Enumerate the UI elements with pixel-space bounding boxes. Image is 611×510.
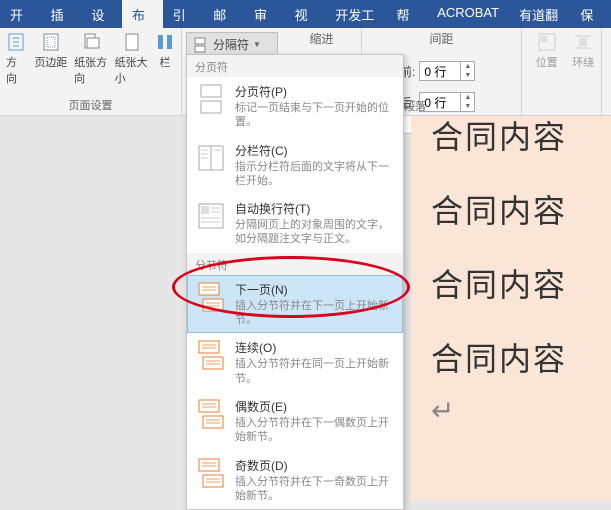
item-title: 自动换行符(T) (235, 200, 395, 217)
columns-button[interactable]: 栏 (153, 30, 177, 88)
tab-插入[interactable]: 插入 (41, 0, 82, 28)
item-description: 插入分节符并在下一偶数页上开始新节。 (235, 416, 395, 445)
tab-邮件[interactable]: 邮件 (203, 0, 244, 28)
dropdown-item-奇数页(D)[interactable]: 奇数页(D)插入分节符并在下一奇数页上开始新节。 (187, 451, 403, 510)
label: 位置 (536, 54, 558, 70)
dropdown-section-page-breaks: 分页符 (187, 55, 403, 77)
paragraph-mark-icon: ↵ (411, 394, 611, 427)
tab-帮助[interactable]: 帮助 (387, 0, 428, 28)
spacing-after-spinner[interactable]: ▲▼ (419, 92, 475, 112)
orientation-button[interactable]: 纸张方向 (72, 30, 110, 88)
label: 栏 (160, 54, 171, 70)
document-text-line[interactable]: 合同内容 (411, 246, 611, 320)
spin-up[interactable]: ▲ (460, 62, 474, 71)
label: 纸张方向 (74, 54, 108, 86)
spacing-label: 间距 (370, 30, 513, 47)
dropdown-item-下一页(N)[interactable]: 下一页(N)插入分节符并在下一页上开始新节。 (187, 275, 403, 334)
breaks-dropdown-menu: 分页符 分页符(P)标记一页结束与下一页开始的位置。分栏符(C)指示分栏符后面的… (186, 54, 404, 510)
item-description: 指示分栏符后面的文字将从下一栏开始。 (235, 160, 395, 189)
break-type-icon (195, 142, 227, 174)
tab-ACROBAT[interactable]: ACROBAT (427, 0, 509, 28)
tab-设计[interactable]: 设计 (81, 0, 122, 28)
dropdown-item-自动换行符(T)[interactable]: 自动换行符(T)分隔网页上的对象周围的文字，如分隔题注文字与正文。 (187, 194, 403, 253)
tab-引用[interactable]: 引用 (163, 0, 204, 28)
break-type-icon (195, 83, 227, 115)
size-button[interactable]: 纸张大小 (113, 30, 151, 88)
tab-视图[interactable]: 视图 (285, 0, 326, 28)
item-description: 插入分节符并在下一页上开始新节。 (235, 299, 395, 328)
margins-button[interactable]: 页边距 (32, 30, 70, 88)
label: 方向 (6, 54, 28, 86)
document-text-line[interactable]: 合同内容 (411, 320, 611, 394)
tab-开始[interactable]: 开始 (0, 0, 41, 28)
dropdown-item-偶数页(E)[interactable]: 偶数页(E)插入分节符并在下一偶数页上开始新节。 (187, 392, 403, 451)
document-page[interactable]: 合同内容合同内容合同内容合同内容↵ (411, 116, 611, 500)
break-type-icon (195, 457, 227, 489)
item-description: 标记一页结束与下一页开始的位置。 (235, 101, 395, 130)
item-description: 插入分节符并在同一页上开始新节。 (235, 357, 395, 386)
tab-审阅[interactable]: 审阅 (244, 0, 285, 28)
label: 页边距 (34, 54, 67, 70)
item-title: 偶数页(E) (235, 398, 395, 415)
item-title: 分栏符(C) (235, 142, 395, 159)
break-type-icon (195, 281, 227, 313)
wrap-button[interactable]: 环绕 (569, 30, 597, 72)
chevron-down-icon: ▼ (253, 40, 261, 49)
label: 分隔符 (213, 36, 249, 53)
tab-开发工具[interactable]: 开发工具 (325, 0, 386, 28)
dropdown-section-section-breaks: 分节符 (187, 253, 403, 275)
tab-有道翻译[interactable]: 有道翻译 (509, 0, 570, 28)
label: 纸张大小 (115, 54, 149, 86)
dropdown-item-分栏符(C)[interactable]: 分栏符(C)指示分栏符后面的文字将从下一栏开始。 (187, 136, 403, 195)
spacing-before-spinner[interactable]: ▲▼ (419, 61, 475, 81)
break-type-icon (195, 200, 227, 232)
group-label: 页面设置 (4, 97, 177, 115)
dropdown-item-连续(O)[interactable]: 连续(O)插入分节符并在同一页上开始新节。 (187, 333, 403, 392)
item-title: 连续(O) (235, 339, 395, 356)
dropdown-item-分页符(P)[interactable]: 分页符(P)标记一页结束与下一页开始的位置。 (187, 77, 403, 136)
paragraph-group-label: 段落 (404, 98, 426, 114)
item-description: 分隔网页上的对象周围的文字，如分隔题注文字与正文。 (235, 218, 395, 247)
break-type-icon (195, 339, 227, 371)
spin-down[interactable]: ▼ (460, 102, 474, 111)
spacing-before-input[interactable] (420, 64, 460, 78)
tab-布局[interactable]: 布局 (122, 0, 163, 28)
position-button[interactable]: 位置 (526, 30, 567, 72)
break-type-icon (195, 398, 227, 430)
spacing-after-input[interactable] (420, 95, 460, 109)
indent-label: 缩进 (286, 30, 357, 47)
document-text-line[interactable]: 合同内容 (411, 116, 611, 172)
label: 环绕 (572, 54, 594, 70)
item-description: 插入分节符并在下一奇数页上开始新节。 (235, 475, 395, 504)
tab-保存[interactable]: 保存 (570, 0, 611, 28)
spin-down[interactable]: ▼ (460, 71, 474, 80)
document-text-line[interactable]: 合同内容 (411, 172, 611, 246)
spin-up[interactable]: ▲ (460, 93, 474, 102)
item-title: 奇数页(D) (235, 457, 395, 474)
item-title: 分页符(P) (235, 83, 395, 100)
tab-bar: 开始插入设计布局引用邮件审阅视图开发工具帮助ACROBAT有道翻译保存 (0, 0, 611, 28)
text-direction-button[interactable]: 方向 (4, 30, 30, 88)
item-title: 下一页(N) (235, 281, 395, 298)
